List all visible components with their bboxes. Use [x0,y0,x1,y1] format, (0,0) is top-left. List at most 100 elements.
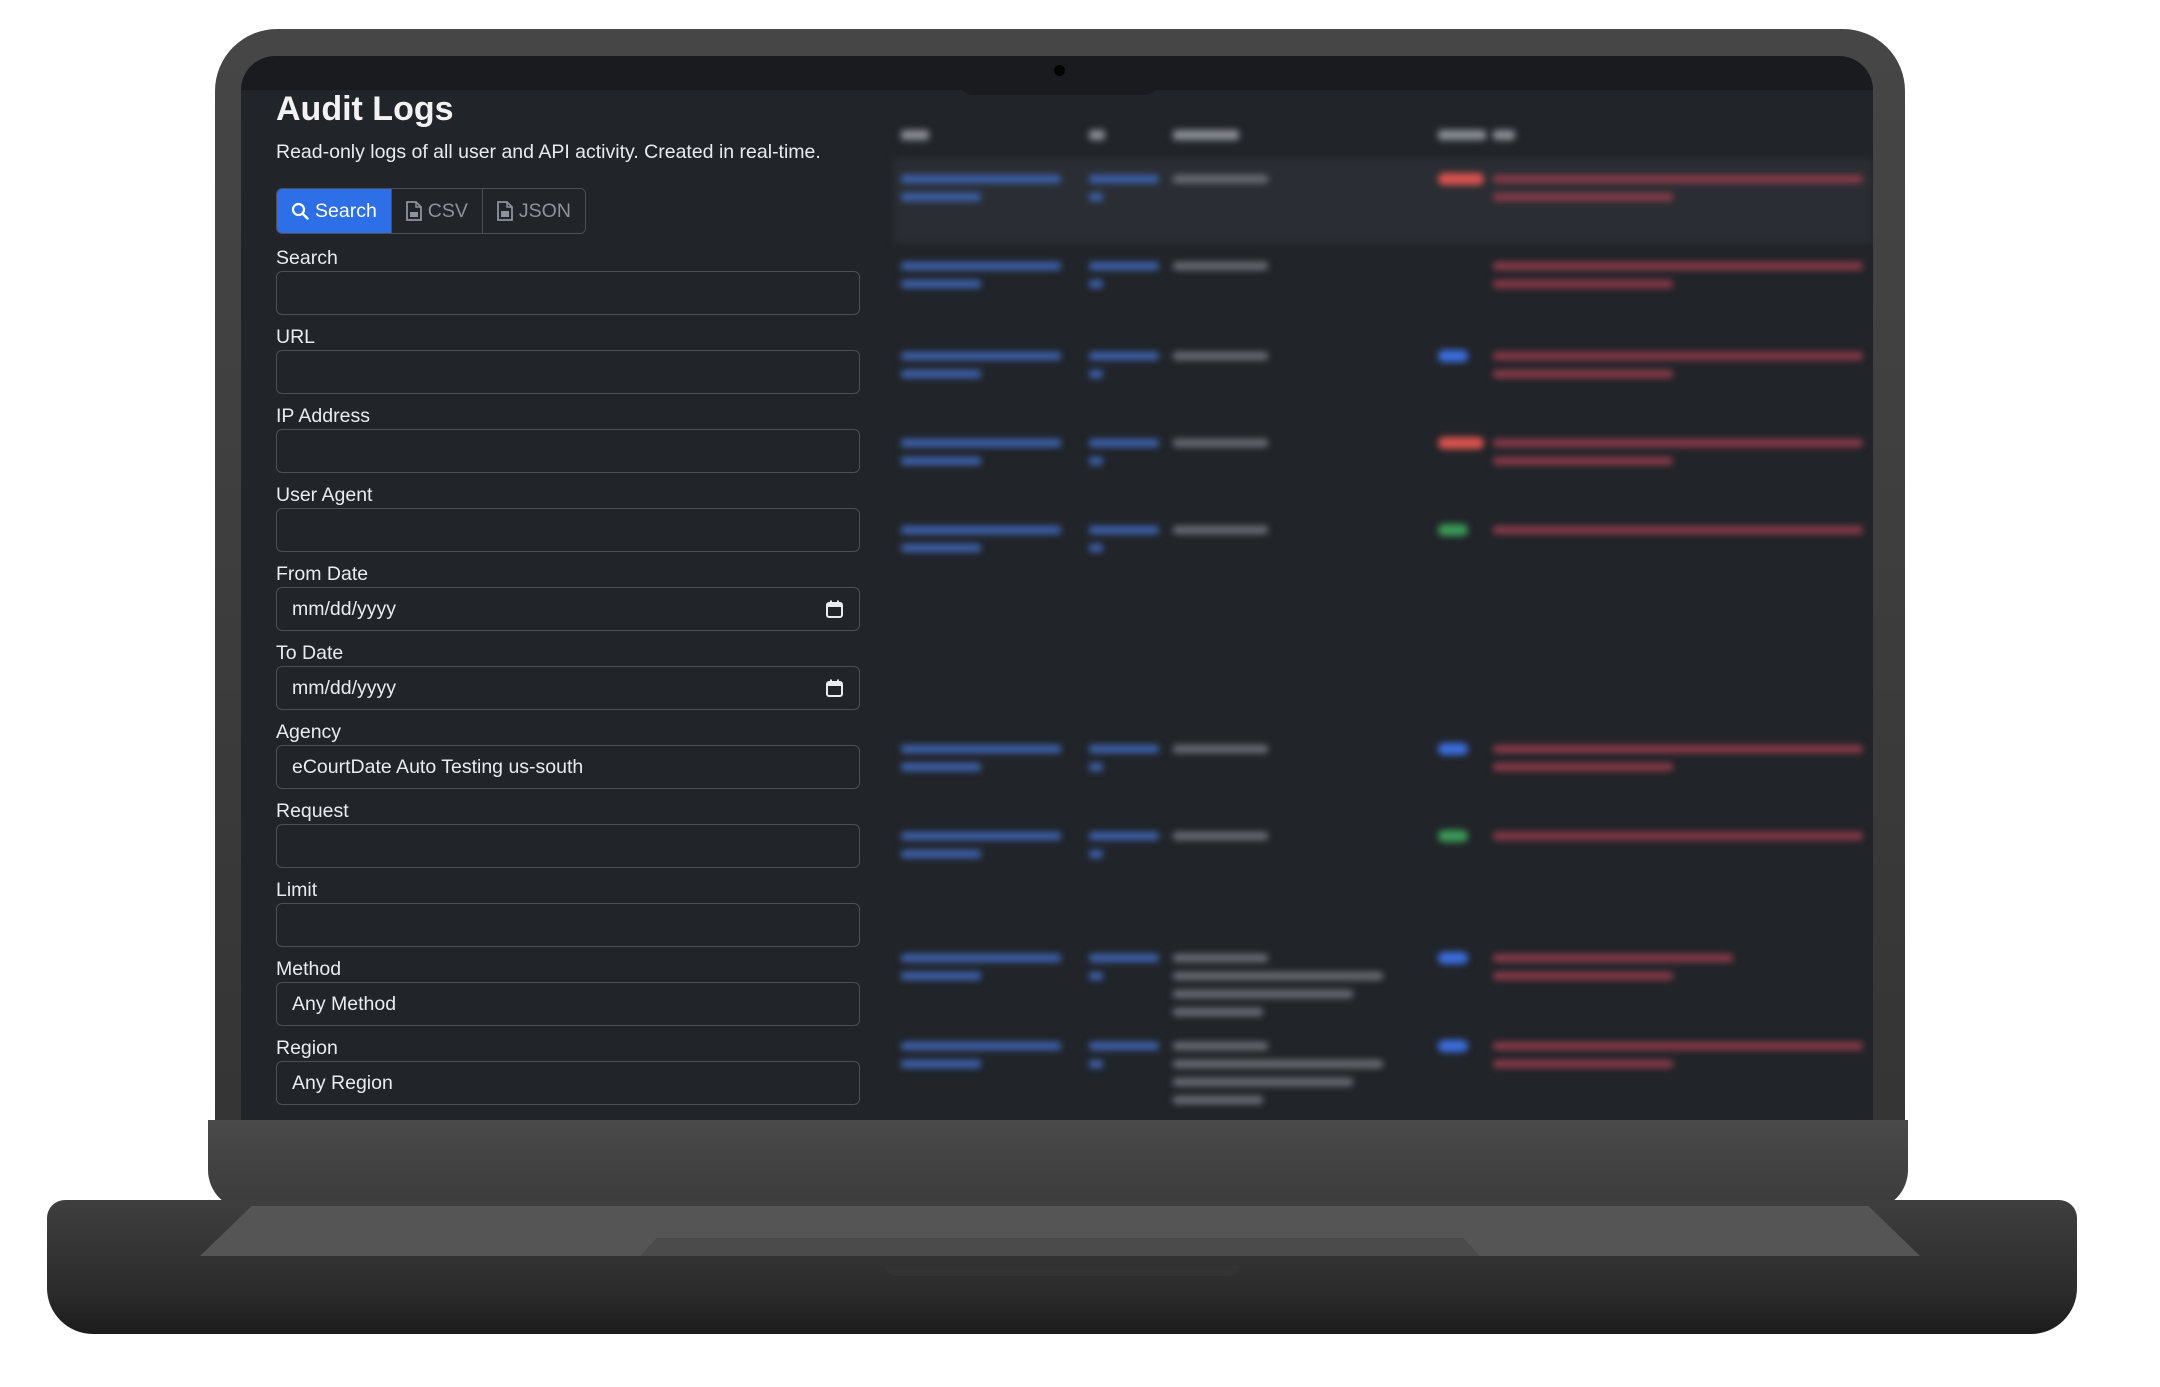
ua-placeholder [1173,175,1268,183]
ip-placeholder [1089,457,1103,465]
link-placeholder [901,352,1061,360]
csv-file-icon [405,201,422,221]
user-agent-label: User Agent [276,484,373,506]
ip-placeholder [1089,193,1103,201]
method-badge [1438,437,1484,449]
method-badge [1438,350,1468,362]
calendar-icon[interactable] [826,600,843,624]
ua-placeholder [1173,526,1268,534]
search-icon [291,202,309,220]
url-input[interactable] [276,350,860,394]
method-badge [1438,830,1468,842]
user-agent-input[interactable] [276,508,860,552]
ua-placeholder [1173,1096,1263,1104]
page-title: Audit Logs [276,90,454,128]
ip-placeholder [1089,850,1103,858]
link-placeholder [901,1060,981,1068]
from-date-label: From Date [276,563,369,585]
url-placeholder [1493,1042,1863,1050]
ip-placeholder [1089,1042,1159,1050]
export-button-group: Search CSV JSON [276,188,586,234]
ip-placeholder [1089,262,1159,270]
region-label: Region [276,1037,338,1059]
page-subtitle: Read-only logs of all user and API activ… [276,141,821,163]
ip-placeholder [1089,763,1103,771]
link-placeholder [901,763,981,771]
url-placeholder [1493,352,1863,360]
method-badge [1438,952,1468,964]
method-label: Method [276,958,342,980]
search-label: Search [276,247,338,269]
json-button-label: JSON [518,199,571,222]
url-placeholder [1493,954,1733,962]
ip-placeholder [1089,1060,1103,1068]
link-placeholder [901,972,981,980]
ip-placeholder [1089,439,1159,447]
to-date-placeholder: mm/dd/yyyy [292,676,397,699]
ip-placeholder [1089,544,1103,552]
json-button[interactable]: JSON [482,189,585,233]
to-date-label: To Date [276,642,344,664]
ua-placeholder [1173,832,1268,840]
ip-placeholder [1089,526,1159,534]
ip-placeholder [1089,352,1159,360]
search-button-label: Search [315,199,377,222]
ip-placeholder [1089,280,1103,288]
ip-placeholder [1089,745,1159,753]
link-placeholder [901,832,1061,840]
agency-select[interactable]: eCourtDate Auto Testing us-south [276,745,860,789]
table-header-ip [1089,130,1105,140]
ua-placeholder [1173,1078,1353,1086]
method-select[interactable]: Any Method [276,982,860,1026]
csv-button[interactable]: CSV [391,189,483,233]
table-header-user-agent [1173,130,1239,140]
ip-placeholder [1089,954,1159,962]
ua-placeholder [1173,990,1353,998]
ip-address-input[interactable] [276,429,860,473]
link-placeholder [901,954,1061,962]
ip-address-label: IP Address [276,405,370,427]
request-label: Request [276,800,349,822]
link-placeholder [901,745,1061,753]
to-date-input[interactable]: mm/dd/yyyy [276,666,860,710]
ua-placeholder [1173,745,1268,753]
table-row-highlight [893,158,1873,244]
laptop-hinge [208,1120,1908,1210]
link-placeholder [901,457,981,465]
ua-placeholder [1173,972,1383,980]
url-placeholder [1493,1060,1673,1068]
table-header-user [901,130,929,140]
link-placeholder [901,526,1061,534]
limit-input[interactable] [276,903,860,947]
url-placeholder [1493,763,1673,771]
url-placeholder [1493,262,1863,270]
ua-placeholder [1173,954,1268,962]
from-date-input[interactable]: mm/dd/yyyy [276,587,860,631]
ua-placeholder [1173,1042,1268,1050]
url-placeholder [1493,370,1673,378]
link-placeholder [901,175,1061,183]
agency-label: Agency [276,721,342,743]
url-placeholder [1493,972,1673,980]
calendar-icon[interactable] [826,679,843,703]
url-placeholder [1493,280,1673,288]
search-input[interactable] [276,271,860,315]
request-input[interactable] [276,824,860,868]
ua-placeholder [1173,439,1268,447]
region-select[interactable]: Any Region [276,1061,860,1105]
search-button[interactable]: Search [277,189,392,233]
table-header-method [1438,130,1486,140]
method-badge [1438,1040,1468,1052]
audit-log-table [893,90,1873,1121]
link-placeholder [901,850,981,858]
link-placeholder [901,370,981,378]
link-placeholder [901,1042,1061,1050]
ua-placeholder [1173,262,1268,270]
limit-label: Limit [276,879,318,901]
link-placeholder [901,193,981,201]
camera-notch [959,58,1159,95]
laptop-lip [885,1265,1240,1276]
table-header-url [1493,130,1515,140]
method-badge [1438,173,1484,185]
trackpad [640,1238,1480,1256]
